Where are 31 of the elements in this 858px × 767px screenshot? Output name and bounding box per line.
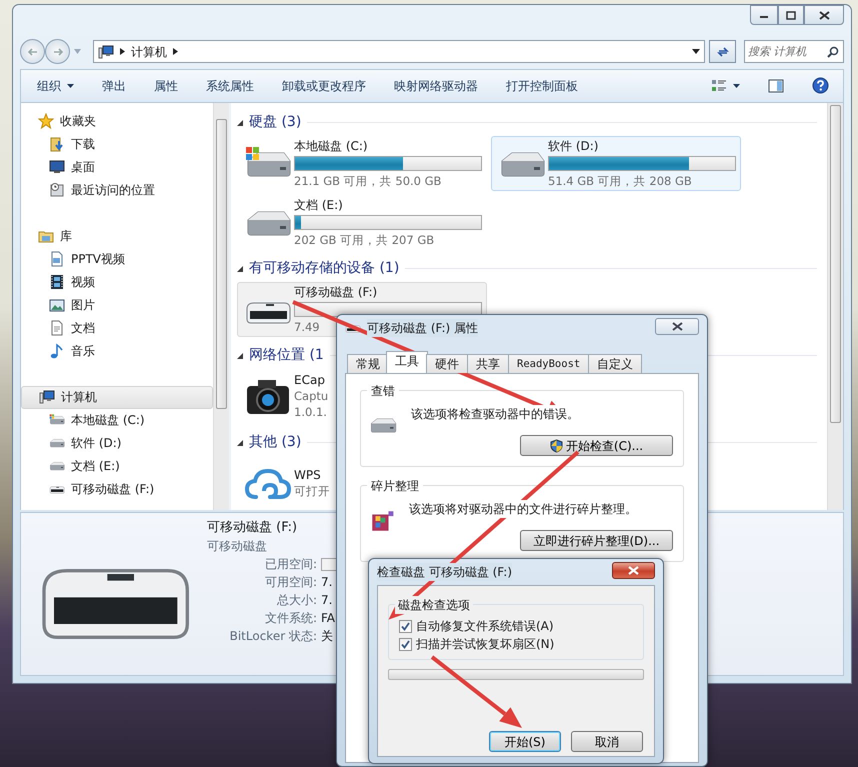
- drive-name: 本地磁盘 (C:): [294, 138, 368, 154]
- drive-name: 软件 (D:): [548, 138, 598, 154]
- dialog-title: 检查磁盘 可移动磁盘 (F:): [377, 563, 512, 581]
- field-value: 7.: [321, 574, 332, 589]
- field-label: BitLocker 状态:: [230, 628, 317, 643]
- group-header: 网络位置 (1: [249, 346, 324, 366]
- item-name: ECap: [294, 372, 325, 388]
- item-description: Captu: [294, 388, 328, 404]
- group-header: 其他 (3): [249, 433, 302, 452]
- field-value: 关: [321, 628, 333, 643]
- field-value: FA: [321, 610, 336, 625]
- capacity-text: 51.4 GB 可用，共 208 GB: [548, 172, 692, 189]
- field-label: 已用空间:: [264, 556, 317, 571]
- drive-name: 可移动磁盘 (F:): [294, 284, 378, 300]
- capacity-text: 21.1 GB 可用，共 50.0 GB: [294, 172, 442, 189]
- item-name: WPS: [294, 467, 321, 484]
- details-subtitle: 可移动磁盘: [207, 538, 268, 555]
- capacity-text: 7.49: [294, 318, 320, 335]
- details-title: 可移动磁盘 (F:): [207, 518, 298, 537]
- field-label: 文件系统:: [264, 610, 317, 625]
- dialog-title: 可移动磁盘 (F:) 属性: [367, 319, 478, 337]
- group-title: 磁盘检查选项: [395, 596, 473, 614]
- item-description: 1.0.1.: [294, 404, 327, 420]
- group-header: 硬盘 (3): [249, 113, 302, 132]
- field-label: 可用空间:: [264, 574, 317, 589]
- item-description: 可打开: [294, 483, 330, 500]
- group-header: 有可移动存储的设备 (1): [249, 259, 400, 278]
- capacity-text: 202 GB 可用，共 207 GB: [294, 232, 434, 248]
- field-label: 总大小:: [276, 592, 317, 607]
- field-value: 7.: [321, 592, 332, 607]
- drive-name: 文档 (E:): [294, 196, 343, 213]
